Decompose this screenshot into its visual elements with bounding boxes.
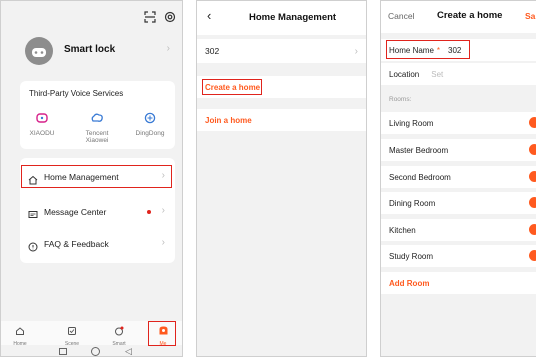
settings-icon[interactable] [164, 10, 176, 23]
tencent-icon [91, 113, 103, 122]
device-name: Smart lock [64, 44, 116, 55]
tab-home[interactable]: Home [1, 323, 39, 347]
xiaodu-service[interactable]: XIAODU [22, 111, 62, 137]
chevron-right-icon: › [161, 205, 165, 216]
xiaodu-label: XIAODU [29, 130, 55, 137]
highlight-me-tab [148, 321, 176, 346]
room-label: Dining Room [389, 198, 436, 208]
tencent-service[interactable]: Tencent Xiaowei [74, 111, 120, 144]
highlight-home-name [386, 40, 470, 59]
room-check-icon[interactable] [529, 250, 536, 261]
tab-scene[interactable]: Scene [53, 323, 91, 347]
location-label: Location [389, 69, 420, 79]
location-placeholder: Set [431, 69, 444, 79]
home-item-302[interactable]: 302 › [197, 39, 366, 63]
room-check-icon[interactable] [529, 171, 536, 182]
voice-section-title: Third-Party Voice Services [29, 89, 124, 98]
dingdong-service[interactable]: DingDong [128, 111, 172, 137]
room-label: Master Bedroom [389, 145, 449, 155]
page-title: Home Management [249, 12, 337, 23]
home-item-label: 302 [205, 46, 220, 56]
voice-services-card: Third-Party Voice Services XIAODU Tencen… [20, 81, 175, 149]
me-screen: Smart lock › Third-Party Voice Services … [0, 0, 183, 357]
question-icon [28, 239, 38, 257]
highlight-create-home [202, 79, 262, 95]
room-row[interactable]: Master Bedroom [381, 139, 536, 161]
scene-tab-icon [68, 327, 76, 335]
smart-tab-icon [115, 326, 124, 336]
faq-feedback-label: FAQ & Feedback [44, 239, 109, 249]
page-title: Create a home [437, 10, 503, 21]
join-home-button[interactable]: Join a home [197, 109, 366, 131]
chevron-right-icon: › [166, 43, 170, 54]
room-label: Study Room [389, 251, 434, 261]
chevron-right-icon: › [354, 45, 358, 57]
add-room-label: Add Room [389, 278, 430, 288]
xiaodu-icon [36, 113, 48, 123]
room-row[interactable]: Second Bedroom [381, 166, 536, 188]
room-check-icon[interactable] [529, 197, 536, 208]
home-tab-icon [16, 327, 24, 335]
scan-icon[interactable] [144, 10, 156, 23]
back-nav-icon[interactable]: ◁ [125, 346, 132, 356]
menu-message-center[interactable]: Message Center › [20, 201, 175, 223]
add-room-button[interactable]: Add Room [381, 272, 536, 294]
room-label: Second Bedroom [389, 172, 451, 182]
home-management-screen: ‹ Home Management 302 › Create a home Jo… [196, 0, 367, 357]
cancel-button[interactable]: Cancel [388, 11, 414, 21]
room-check-icon[interactable] [529, 117, 536, 128]
tencent-label: Tencent Xiaowei [85, 130, 109, 144]
rooms-header: Rooms: [389, 96, 412, 103]
dingdong-icon [144, 112, 156, 124]
recents-icon[interactable] [59, 348, 67, 355]
join-home-label: Join a home [205, 115, 252, 125]
dingdong-label: DingDong [135, 130, 165, 137]
nav-header: ‹ Home Management [197, 1, 366, 35]
home-nav-icon[interactable] [91, 347, 100, 356]
avatar [25, 37, 53, 65]
profile-row[interactable]: Smart lock › [1, 31, 182, 69]
system-nav-bar: ◁ [1, 346, 182, 356]
tab-smart[interactable]: Smart [100, 323, 138, 347]
back-icon[interactable]: ‹ [207, 8, 211, 23]
location-field[interactable]: Location Set [381, 63, 536, 85]
chevron-right-icon: › [161, 237, 165, 248]
message-center-label: Message Center [44, 207, 107, 217]
create-home-screen: Cancel Create a home Sa Home Name * 302 … [380, 0, 536, 357]
menu-faq-feedback[interactable]: FAQ & Feedback › [20, 233, 175, 255]
room-check-icon[interactable] [529, 144, 536, 155]
highlight-home-management [21, 165, 172, 188]
nav-header: Cancel Create a home Sa [381, 1, 536, 33]
save-button[interactable]: Sa [525, 11, 535, 21]
room-row[interactable]: Kitchen [381, 219, 536, 241]
unread-dot [147, 210, 151, 214]
message-icon [28, 207, 38, 225]
room-row[interactable]: Study Room [381, 245, 536, 267]
room-row[interactable]: Living Room [381, 112, 536, 134]
room-check-icon[interactable] [529, 224, 536, 235]
room-label: Living Room [389, 118, 434, 128]
room-row[interactable]: Dining Room [381, 192, 536, 214]
room-label: Kitchen [389, 225, 416, 235]
